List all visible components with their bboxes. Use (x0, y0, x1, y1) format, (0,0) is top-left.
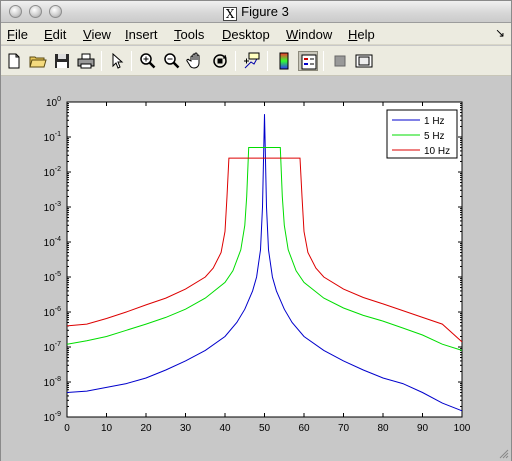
menu-edit[interactable]: Edit (44, 27, 66, 42)
toolbar-separator (323, 51, 324, 71)
menu-insert-rest: nsert (128, 27, 158, 42)
y-tick-label: 10-4 (44, 236, 61, 249)
menu-desktop[interactable]: Desktop (222, 27, 270, 42)
window-title-wrap: X Figure 3 (1, 4, 511, 21)
menu-desktop-mnemonic: D (222, 27, 232, 42)
pointer-icon (112, 52, 124, 69)
zoom-out-icon (164, 53, 180, 69)
print-figure-button[interactable] (76, 51, 96, 71)
show-plot-tools-button[interactable] (354, 51, 374, 71)
x-tick-label: 40 (219, 423, 231, 434)
x-tick-label: 30 (180, 423, 192, 434)
legend-label: 10 Hz (424, 146, 450, 157)
print-icon (77, 53, 95, 69)
line-plot[interactable]: 0 10 20 30 40 50 60 70 80 90 100 100 10-1 10-2 10-3 10-… (1, 77, 511, 461)
toolbar-separator (235, 51, 236, 71)
legend-label: 1 Hz (424, 116, 445, 127)
new-file-icon (8, 53, 20, 69)
save-figure-button[interactable] (52, 51, 72, 71)
figure-window: X Figure 3 File Edit View Insert Tools De… (0, 0, 512, 461)
menu-edit-rest: dit (52, 27, 67, 42)
y-tick-label: 100 (46, 96, 61, 109)
menu-bar: File Edit View Insert Tools Desktop Wind… (1, 23, 511, 45)
hide-plot-tools-icon (334, 55, 346, 67)
menu-tools[interactable]: Tools (174, 27, 204, 42)
menu-file-rest: ile (14, 27, 28, 42)
x-tick-label: 70 (338, 423, 350, 434)
y-tick-label: 10-2 (44, 166, 61, 179)
save-icon (55, 54, 69, 68)
x-tick-label: 50 (259, 423, 271, 434)
y-tick-label: 10-8 (44, 376, 61, 389)
new-figure-button[interactable] (4, 51, 24, 71)
pan-button[interactable] (186, 51, 206, 71)
insert-colorbar-button[interactable] (274, 51, 294, 71)
menu-help[interactable]: Help (348, 27, 375, 42)
dock-arrow-icon[interactable]: ↘ (495, 26, 505, 40)
hide-plot-tools-button[interactable] (330, 51, 350, 71)
toolbar-separator (131, 51, 132, 71)
data-cursor-button[interactable] (242, 51, 262, 71)
menu-edit-mnemonic: E (44, 27, 53, 42)
menu-view-rest: iew (91, 27, 111, 42)
edit-plot-button[interactable] (107, 51, 127, 71)
legend-icon (301, 54, 317, 70)
menu-window-mnemonic: W (286, 27, 299, 42)
rotate-3d-icon (213, 54, 227, 68)
toolbar-separator (267, 51, 268, 71)
menu-file[interactable]: File (7, 27, 28, 42)
y-tick-label: 10-3 (44, 201, 61, 214)
legend: 1 Hz 5 Hz 10 Hz (386, 109, 458, 159)
open-folder-icon (29, 56, 47, 68)
figure-toolbar (1, 46, 511, 76)
menu-insert[interactable]: Insert (125, 27, 158, 42)
zoom-in-icon (140, 53, 156, 69)
resize-grip-icon[interactable] (497, 447, 509, 459)
menu-help-mnemonic: H (348, 27, 358, 42)
y-tick-label: 10-5 (44, 271, 61, 284)
x11-icon: X (223, 7, 238, 21)
x-tick-label: 0 (64, 423, 70, 434)
insert-legend-button[interactable] (298, 51, 318, 71)
zoom-in-button[interactable] (138, 51, 158, 71)
open-file-button[interactable] (28, 51, 48, 71)
x-tick-label: 10 (101, 423, 113, 434)
rotate-3d-button[interactable] (210, 51, 230, 71)
menu-file-mnemonic: F (7, 27, 15, 42)
menu-desktop-rest: esktop (231, 27, 270, 42)
x-tick-label: 60 (298, 423, 310, 434)
y-tick-label: 10-1 (44, 131, 61, 144)
figure-canvas[interactable]: 0 10 20 30 40 50 60 70 80 90 100 100 10-1 10-2 10-3 10-… (1, 77, 511, 461)
y-tick-label: 10-9 (44, 411, 61, 424)
data-cursor-icon (244, 52, 260, 69)
y-tick-label: 10-7 (44, 341, 61, 354)
toolbar-separator (101, 51, 102, 71)
menu-window-rest: indow (298, 27, 333, 42)
legend-label: 5 Hz (424, 131, 445, 142)
pan-hand-icon (186, 52, 200, 69)
y-tick-label: 10-6 (44, 306, 61, 319)
menu-help-rest: elp (357, 27, 375, 42)
x-tick-label: 90 (417, 423, 429, 434)
x-tick-label: 100 (454, 423, 471, 434)
menu-window[interactable]: Window (286, 27, 332, 42)
x-tick-label: 80 (377, 423, 389, 434)
menu-view[interactable]: View (83, 27, 111, 42)
colorbar-icon (279, 52, 289, 70)
window-title: Figure 3 (241, 4, 289, 19)
x-tick-label: 20 (140, 423, 152, 434)
menu-tools-rest: ools (180, 27, 205, 42)
show-plot-tools-icon (355, 54, 373, 68)
title-bar[interactable]: X Figure 3 (1, 1, 511, 23)
zoom-out-button[interactable] (162, 51, 182, 71)
